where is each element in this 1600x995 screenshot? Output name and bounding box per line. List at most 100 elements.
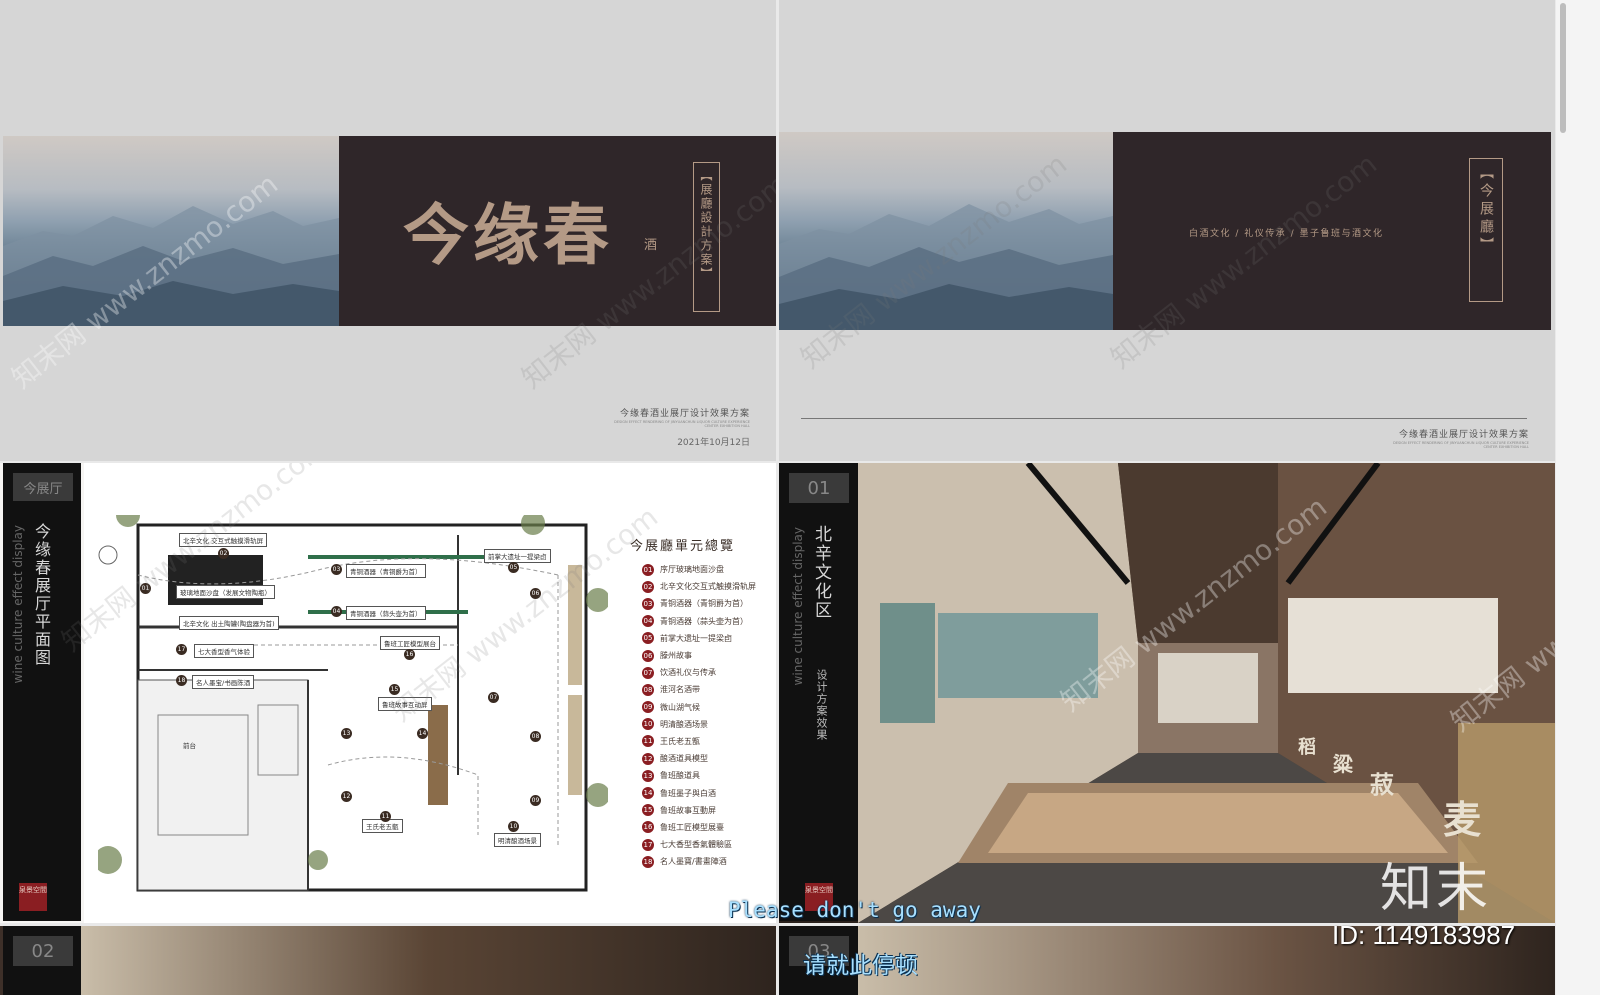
legend-number: 02	[642, 580, 654, 593]
scrollbar-track[interactable]	[1556, 0, 1600, 995]
scrollbar-thumb[interactable]	[1560, 3, 1566, 133]
legend-number: 01	[642, 563, 654, 576]
legend-item: 12 酿酒道具模型	[642, 750, 772, 767]
plan-vertical-title: 今缘春展厅平面图	[32, 523, 51, 667]
legend-number: 05	[642, 632, 654, 645]
plan-marker: 10	[508, 821, 519, 832]
legend-number: 18	[642, 855, 654, 868]
legend-label: 酿酒道具模型	[660, 754, 708, 764]
slide-cover-2[interactable]: 白酒文化 / 礼仪传承 / 墨子鲁班与酒文化 【今展廳】 今缘春酒业展厅设计效果…	[779, 0, 1555, 461]
legend-label: 名人墨寶/書畫陣酒	[660, 857, 727, 867]
plan-label: 名人墨宝/书画陈酒	[192, 675, 255, 689]
legend-number: 14	[642, 787, 654, 800]
plan-label: 七大香型香气体验	[194, 644, 254, 658]
legend-label: 滕州故事	[660, 651, 692, 661]
brand-logo: 今缘春	[403, 196, 613, 274]
plan-marker: 09	[530, 795, 541, 806]
cover2-footer-sub: DESIGN EFFECT RENDERING OF JINYUANCHUN L…	[1393, 441, 1529, 449]
plan-label: 前台	[183, 742, 196, 750]
legend-label: 鲁班故事互動屏	[660, 805, 716, 815]
legend-label: 北辛文化交互式触摸滑轨屏	[660, 582, 756, 592]
plan-label: 前掌大遗址一提梁卣	[484, 549, 551, 563]
plan-marker: 14	[417, 728, 428, 739]
legend-number: 15	[642, 804, 654, 817]
stamp: 泉景空間	[19, 883, 47, 911]
legend-label: 鲁班墨子與白酒	[660, 788, 716, 798]
legend-label: 青铜酒器（蒜头壶为首）	[660, 616, 748, 626]
plan-marker: 16	[404, 649, 415, 660]
asset-id: ID: 1149183987	[1332, 920, 1516, 950]
plan-marker: 03	[331, 564, 342, 575]
plan-vertical-en: wine culture effect display	[11, 525, 25, 684]
legend-number: 10	[642, 718, 654, 731]
legend-label: 前掌大遗址一提梁卣	[660, 633, 732, 643]
legend-label: 饮酒礼仪与传承	[660, 668, 716, 678]
cover2-vertical-tag: 【今展廳】	[1469, 158, 1503, 302]
plan-label: 明清酿酒场景	[494, 833, 541, 847]
cover-brown-panel: 今缘春 酒 【展廳設計方案】	[339, 136, 776, 326]
render-vertical-sub: 设计方案效果	[815, 669, 828, 741]
legend-item: 11 王氏老五甑	[642, 733, 772, 750]
legend-item: 01 序厅玻璃地面沙盘	[642, 561, 772, 578]
slide-cover[interactable]: 今缘春 酒 【展廳設計方案】 今缘春酒业展厅设计效果方案 DESIGN EFFE…	[0, 0, 776, 461]
plan-label: 玻璃地面沙盘（发展文物陶瓶）	[176, 585, 275, 599]
legend-label: 青铜酒器（青铜爵为首）	[660, 599, 748, 609]
legend-item: 10 明清酿酒场景	[642, 716, 772, 733]
legend-number: 06	[642, 649, 654, 662]
wall-char: 菽	[1370, 771, 1394, 799]
cover2-divider	[801, 418, 1527, 419]
cover-date: 2021年10月12日	[677, 438, 750, 448]
legend-number: 09	[642, 701, 654, 714]
legend-item: 02 北辛文化交互式触摸滑轨屏	[642, 578, 772, 595]
legend-number: 04	[642, 615, 654, 628]
caption-english: Please don't go away	[728, 898, 981, 922]
plan-label: 鲁班故事互动屏	[378, 697, 432, 711]
plan-label: 青铜酒器（青铜爵为首）	[346, 564, 426, 578]
legend-number: 07	[642, 666, 654, 679]
slide-floor-plan[interactable]: 今展厅 今缘春展厅平面图 wine culture effect display…	[0, 463, 776, 923]
slide-next-02[interactable]: 02	[0, 926, 776, 995]
cover2-brown-panel: 白酒文化 / 礼仪传承 / 墨子鲁班与酒文化 【今展廳】	[1113, 132, 1551, 330]
plan-marker: 07	[488, 692, 499, 703]
plan-label: 北辛文化 出土陶罐(陶盘器为首)	[179, 616, 279, 630]
legend-label: 淮河名酒带	[660, 685, 700, 695]
plan-marker: 01	[140, 583, 151, 594]
render-vertical-en: wine culture effect display	[791, 527, 805, 686]
plan-label: 青铜酒器（蒜头壶为首）	[346, 606, 426, 620]
sidebar: 02	[3, 926, 81, 995]
legend-title: 今展廳單元總覽	[630, 539, 736, 554]
mountain-image	[779, 132, 1113, 330]
legend-item: 05 前掌大遗址一提梁卣	[642, 630, 772, 647]
legend-number: 11	[642, 735, 654, 748]
legend-number: 13	[642, 769, 654, 782]
cover-footer-title: 今缘春酒业展厅设计效果方案	[619, 409, 750, 419]
legend-item: 16 鲁班工匠模型展臺	[642, 819, 772, 836]
render-image	[81, 926, 776, 995]
legend-label: 序厅玻璃地面沙盘	[660, 565, 724, 575]
plan-marker: 04	[331, 606, 342, 617]
render-vertical-title: 北辛文化区	[811, 525, 831, 620]
legend-label: 王氏老五甑	[660, 736, 700, 746]
legend-item: 03 青铜酒器（青铜爵为首）	[642, 595, 772, 612]
plan-marker: 12	[341, 791, 352, 802]
plan-marker: 13	[341, 728, 352, 739]
legend-item: 07 饮酒礼仪与传承	[642, 664, 772, 681]
slide-tab: 02	[13, 936, 73, 966]
caption-chinese: 请就此停顿	[803, 953, 918, 979]
legend-label: 明清酿酒场景	[660, 719, 708, 729]
legend-item: 04 青铜酒器（蒜头壶为首）	[642, 613, 772, 630]
render-tab: 01	[789, 473, 849, 503]
legend-item: 09 微山湖气候	[642, 699, 772, 716]
legend-label: 鲁班工匠模型展臺	[660, 822, 724, 832]
plan-marker: 08	[530, 731, 541, 742]
plan-marker: 17	[176, 644, 187, 655]
legend-number: 17	[642, 838, 654, 851]
legend-item: 13 鲁班酿道具	[642, 767, 772, 784]
legend-list: 01 序厅玻璃地面沙盘 02 北辛文化交互式触摸滑轨屏 03 青铜酒器（青铜爵为首） 04 青…	[642, 561, 772, 870]
legend-item: 08 淮河名酒带	[642, 681, 772, 698]
legend-number: 12	[642, 752, 654, 765]
plan-label: 北辛文化 交互式触摸滑轨屏	[179, 533, 268, 547]
wall-char: 稻	[1298, 737, 1316, 758]
legend-label: 七大香型香氣體驗區	[660, 840, 732, 850]
plan-marker: 05	[508, 562, 519, 573]
